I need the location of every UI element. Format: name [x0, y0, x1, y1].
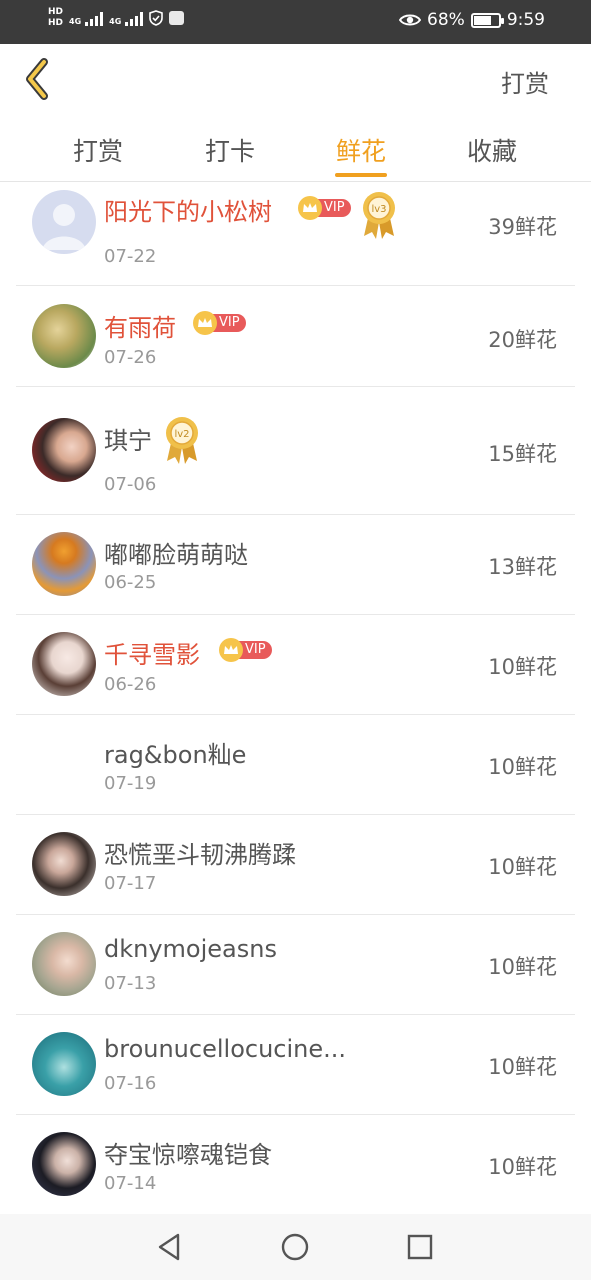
flower-count: 20鲜花: [488, 328, 557, 352]
vip-badge: VIP: [193, 311, 246, 335]
flower-count: 10鲜花: [488, 855, 557, 879]
date: 07-13: [104, 973, 157, 994]
avatar[interactable]: [32, 832, 96, 896]
tab-favorites[interactable]: 收藏: [447, 132, 537, 168]
tab-flowers[interactable]: 鲜花: [316, 132, 406, 168]
svg-text:lv3: lv3: [371, 204, 386, 215]
vip-badge: VIP: [298, 196, 351, 220]
user-name[interactable]: 阳光下的小松树: [104, 192, 272, 227]
date: 07-06: [104, 474, 157, 495]
flower-count: 10鲜花: [488, 1155, 557, 1179]
user-name[interactable]: brounucellocucine...: [104, 1035, 346, 1063]
date: 06-26: [104, 674, 157, 695]
flower-count: 10鲜花: [488, 655, 557, 679]
list-item[interactable]: 阳光下的小松树 VIP lv3 07-22 39鲜花: [0, 184, 591, 286]
avatar[interactable]: [32, 1132, 96, 1196]
status-bar-left: HD HD 4G 4G: [48, 7, 185, 29]
reward-action-button[interactable]: 打赏: [501, 64, 549, 99]
date: 07-19: [104, 773, 157, 794]
flower-count: 10鲜花: [488, 955, 557, 979]
circle-home-icon[interactable]: [278, 1230, 312, 1264]
tab-bar: 打赏 打卡 鲜花 收藏: [0, 120, 591, 182]
list-item[interactable]: 夺宝惊嚓魂铠食 07-14 10鲜花: [0, 1115, 591, 1215]
system-nav-bar: [0, 1214, 591, 1280]
flower-count: 15鲜花: [488, 442, 557, 466]
list-item[interactable]: brounucellocucine... 07-16 10鲜花: [0, 1015, 591, 1115]
vip-badge: VIP: [219, 638, 272, 662]
user-name[interactable]: 千寻雪影: [104, 635, 200, 670]
level-2-medal-icon: lv2: [166, 417, 198, 464]
crown-icon: [219, 638, 243, 662]
crown-icon: [193, 311, 217, 335]
user-name[interactable]: 琪宁: [104, 421, 152, 456]
list-item[interactable]: 恐慌垩斗韧沸腾蹂 07-17 10鲜花: [0, 815, 591, 915]
date: 07-26: [104, 347, 157, 368]
tab-checkin[interactable]: 打卡: [185, 132, 275, 168]
user-name[interactable]: rag&bon籼e: [104, 735, 246, 770]
list-item[interactable]: 有雨荷 VIP 07-26 20鲜花: [0, 286, 591, 387]
status-bar-right: 68% 9:59: [399, 10, 545, 30]
hd-indicator: HD HD: [48, 7, 63, 29]
date: 07-22: [104, 246, 157, 267]
battery-percent: 68%: [427, 10, 465, 30]
list-item[interactable]: 千寻雪影 VIP 06-26 10鲜花: [0, 615, 591, 715]
flower-count: 10鲜花: [488, 1055, 557, 1079]
flower-count: 10鲜花: [488, 755, 557, 779]
square-recents-icon[interactable]: [403, 1230, 437, 1264]
list-item[interactable]: 嘟嘟脸萌萌哒 06-25 13鲜花: [0, 515, 591, 615]
chevron-left-icon: [26, 58, 48, 100]
user-name[interactable]: dknymojeasns: [104, 935, 277, 963]
flower-count: 13鲜花: [488, 555, 557, 579]
user-name[interactable]: 嘟嘟脸萌萌哒: [104, 535, 248, 570]
triangle-back-icon[interactable]: [153, 1230, 187, 1264]
crown-icon: [298, 196, 322, 220]
status-bar: HD HD 4G 4G 68% 9:59: [0, 0, 591, 44]
avatar[interactable]: [32, 190, 96, 254]
level-3-medal-icon: lv3: [363, 192, 395, 239]
avatar[interactable]: [32, 732, 96, 796]
hd-label-1: HD: [48, 7, 64, 17]
flower-count: 39鲜花: [488, 215, 557, 239]
avatar[interactable]: [32, 418, 96, 482]
header: 打赏: [0, 44, 591, 116]
battery-icon: [470, 12, 504, 28]
signal-icon-2: 4G: [109, 10, 144, 26]
avatar[interactable]: [32, 532, 96, 596]
date: 07-16: [104, 1073, 157, 1094]
date: 06-25: [104, 572, 157, 593]
tab-reward[interactable]: 打赏: [53, 132, 143, 168]
app-notification-icon: [169, 11, 185, 25]
avatar[interactable]: [32, 304, 96, 368]
avatar[interactable]: [32, 932, 96, 996]
shield-icon: [149, 10, 164, 26]
date: 07-17: [104, 873, 157, 894]
signal-icon-1: 4G: [69, 10, 104, 26]
avatar[interactable]: [32, 1032, 96, 1096]
active-tab-indicator: [335, 173, 387, 177]
eye-icon: [399, 14, 422, 26]
back-button[interactable]: [18, 56, 58, 102]
hd-label-2: HD: [48, 18, 64, 28]
list-item[interactable]: dknymojeasns 07-13 10鲜花: [0, 915, 591, 1015]
avatar[interactable]: [32, 632, 96, 696]
user-name[interactable]: 夺宝惊嚓魂铠食: [104, 1135, 272, 1170]
clock: 9:59: [506, 10, 545, 30]
user-name[interactable]: 有雨荷: [104, 308, 176, 343]
user-name[interactable]: 恐慌垩斗韧沸腾蹂: [104, 835, 296, 870]
list-item[interactable]: 琪宁 lv2 07-06 15鲜花: [0, 387, 591, 515]
list-item[interactable]: rag&bon籼e 07-19 10鲜花: [0, 715, 591, 815]
battery-level: [473, 15, 492, 25]
svg-text:lv2: lv2: [174, 429, 189, 440]
date: 07-14: [104, 1173, 157, 1194]
